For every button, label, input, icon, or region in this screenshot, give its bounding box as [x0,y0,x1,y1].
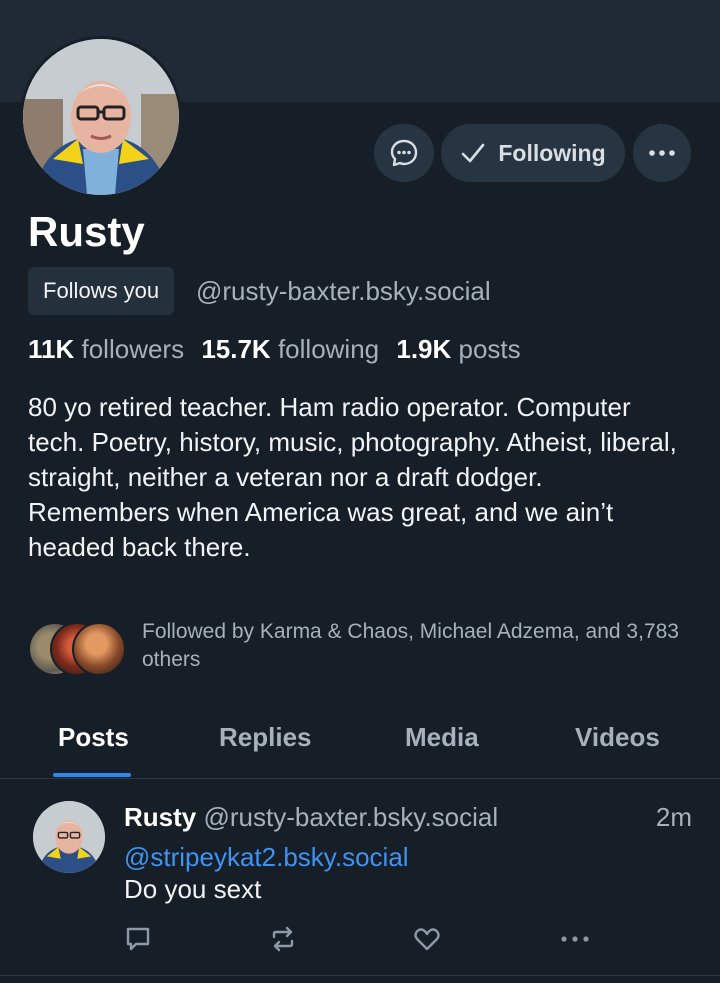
follows-you-badge: Follows you [28,267,175,315]
ellipsis-icon [561,936,589,942]
reply-icon [126,927,150,951]
followed-by-text[interactable]: Followed by Karma & Chaos, Michael Adzem… [142,618,682,674]
tab-media[interactable]: Media [405,722,479,753]
profile-bio: 80 yo retired teacher. Ham radio operato… [28,392,677,562]
post-more-button[interactable] [558,922,592,956]
active-tab-indicator [53,773,131,777]
posts-label: posts [458,334,521,364]
reply-button[interactable] [121,922,155,956]
following-button[interactable]: Following [441,124,625,182]
following-count: 15.7K [201,334,271,364]
followers-count: 11K [28,334,75,364]
followers-label: followers [81,334,185,364]
post-timestamp[interactable]: 2m [656,802,692,833]
posts-stat: 1.9K posts [396,334,520,364]
chat-bubble-icon [390,139,418,167]
repost-icon [272,926,294,952]
tab-replies[interactable]: Replies [219,722,312,753]
followers-link[interactable]: 11K followers [28,334,184,364]
heart-icon [414,928,440,951]
tab-videos[interactable]: Videos [575,722,660,753]
feed-post[interactable]: Rusty @rusty-baxter.bsky.social 2m @stri… [0,780,720,976]
repost-button[interactable] [266,922,300,956]
following-label: Following [498,139,606,166]
more-options-button[interactable] [633,124,691,182]
profile-stats: 11K followers 15.7K following 1.9K posts [28,334,521,365]
posts-count: 1.9K [396,334,452,364]
following-stat-label: following [277,334,380,364]
profile-avatar-frame [20,36,182,198]
tab-posts[interactable]: Posts [58,722,129,753]
following-link[interactable]: 15.7K following [201,334,379,364]
post-mention-link[interactable]: @stripeykat2.bsky.social [124,842,409,873]
profile-display-name: Rusty [28,208,145,255]
profile-tabs: Posts Replies Media Videos [0,700,720,779]
post-header: Rusty @rusty-baxter.bsky.social [124,802,498,833]
post-text: Do you sext [124,874,262,904]
profile-handle: @rusty-baxter.bsky.social [196,276,491,306]
profile-avatar[interactable] [23,39,179,195]
known-followers-avatars[interactable] [28,622,128,676]
known-follower-avatar [72,622,126,676]
post-author-name[interactable]: Rusty [124,802,196,832]
checkmark-icon [462,143,485,163]
post-author-avatar[interactable] [33,801,105,873]
post-author-handle[interactable]: @rusty-baxter.bsky.social [203,802,498,832]
like-button[interactable] [410,922,444,956]
ellipsis-icon [649,150,675,156]
message-button[interactable] [374,124,434,182]
